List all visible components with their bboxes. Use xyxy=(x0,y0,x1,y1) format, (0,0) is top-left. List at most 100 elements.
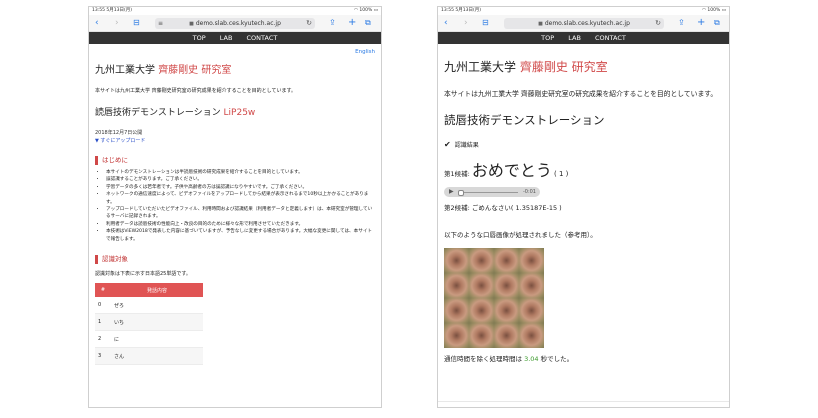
lip-image xyxy=(494,273,519,298)
nav-lab[interactable]: LAB xyxy=(568,34,581,42)
reload-icon[interactable]: ↻ xyxy=(655,18,661,29)
note-item: 誤認識することがあります。ご了承ください。 xyxy=(106,176,375,183)
url-text: demo.slab.ces.kyutech.ac.jp xyxy=(195,20,281,27)
row-word: さん xyxy=(111,347,203,366)
row-index: 3 xyxy=(95,347,111,366)
english-link[interactable]: English xyxy=(95,49,375,55)
bookmarks-icon[interactable]: ⊟ xyxy=(133,17,140,29)
lip-image xyxy=(469,298,494,323)
row-word: いち xyxy=(111,313,203,332)
browser-toolbar: ‹ › ⊟ ≡ ■ demo.slab.ces.kyutech.ac.jp ↻ ⇪… xyxy=(89,15,381,32)
processing-time-prefix: 通信時間を除く処理時間は xyxy=(444,355,522,363)
candidate-1-label: 第1候補: xyxy=(444,170,470,178)
nav-lab[interactable]: LAB xyxy=(220,34,233,42)
site-title: 九州工業大学 齊藤剛史 研究室 xyxy=(444,58,723,75)
table-row: 1 いち xyxy=(95,313,203,332)
audio-time: -0:01 xyxy=(522,189,536,195)
tabs-icon[interactable]: ⧉ xyxy=(714,17,720,29)
audio-scrubber[interactable] xyxy=(458,190,464,196)
reload-icon[interactable]: ↻ xyxy=(306,18,312,29)
lip-image xyxy=(444,273,469,298)
result-heading: ✔ 認識結果 xyxy=(444,140,723,149)
note-item: ネットワークの通信速度によって、ビデオファイルをアップロードしてから結果が表示さ… xyxy=(106,191,375,206)
status-date: 5月13日(月) xyxy=(455,8,482,13)
upload-jump-link[interactable]: ▼ すぐにアップロード xyxy=(95,137,375,144)
row-word: ぜろ xyxy=(111,297,203,315)
site-nav: TOP LAB CONTACT xyxy=(438,32,729,44)
status-date: 5月13日(月) xyxy=(106,8,133,13)
intro-text: 本サイトは九州工業大学 齊藤剛史研究室の研究成果を紹介することを目的としています… xyxy=(444,90,718,98)
row-index: 1 xyxy=(95,313,111,332)
intro-text: 本サイトは九州工業大学 齊藤剛史研究室の研究成果を紹介することを目的としています… xyxy=(95,88,296,94)
new-tab-icon[interactable]: + xyxy=(697,17,705,29)
table-row: 0 ぜろ xyxy=(95,297,203,315)
forward-icon[interactable]: › xyxy=(115,17,119,29)
lock-icon: ■ xyxy=(538,21,543,27)
reader-icon[interactable]: ≡ xyxy=(158,18,163,29)
battery-icon: ▭ xyxy=(373,8,378,13)
status-time: 13:55 xyxy=(92,8,105,13)
candidate-1: 第1候補: おめでとう ( 1 ) xyxy=(444,157,723,181)
table-header-index: # xyxy=(95,283,111,298)
candidate-2-label: 第2候補: xyxy=(444,204,470,212)
row-index: 0 xyxy=(95,297,111,315)
university-name: 九州工業大学 xyxy=(95,65,155,76)
demo-title: 読唇技術デモンストレーション LiP25w xyxy=(95,105,375,118)
back-icon[interactable]: ‹ xyxy=(95,17,99,29)
university-name: 九州工業大学 xyxy=(444,60,517,74)
page-content: English 九州工業大学 齊藤剛史 研究室 本サイトは九州工業大学 齊藤剛史… xyxy=(89,49,381,366)
url-text: demo.slab.ces.kyutech.ac.jp xyxy=(544,20,630,27)
lip-image xyxy=(519,273,544,298)
status-bar: 13:55 5月13日(月) ◠ 100% ▭ xyxy=(89,7,381,15)
candidate-1-word: おめでとう xyxy=(471,161,552,180)
table-header-word: 発話内容 xyxy=(111,283,203,298)
nav-top[interactable]: TOP xyxy=(193,34,206,42)
lock-icon: ■ xyxy=(189,21,194,27)
right-tablet-screen: 13:55 5月13日(月) ◠ 100% ▭ ‹ › ⊟ ■ demo.slab… xyxy=(437,6,730,408)
note-item: 本サイトのデモンストレーションは半読唇技術の研究成果を紹介することを目的としてい… xyxy=(106,169,375,176)
play-icon[interactable]: ▶ xyxy=(449,188,454,195)
note-item: 学習データの多くは若年者です。子供や高齢者の方は誤認識になりやすいです。ご了承く… xyxy=(106,184,375,191)
note-item: 本技術はViEW2018で発表した内容に基づいていますが、予告なしに変更する場合… xyxy=(106,228,375,243)
audio-progress-track[interactable] xyxy=(458,191,518,193)
bottom-bar xyxy=(438,401,729,407)
share-icon[interactable]: ⇪ xyxy=(678,17,685,29)
candidate-2: 第2候補: ごめんなさい( 1.35187E-15 ) xyxy=(444,202,723,212)
audio-player[interactable]: ▶ -0:01 xyxy=(444,187,540,197)
lip-image xyxy=(519,323,544,348)
address-bar[interactable]: ■ demo.slab.ces.kyutech.ac.jp ↻ xyxy=(504,18,664,29)
table-header-row: # 発話内容 xyxy=(95,283,203,298)
tabs-icon[interactable]: ⧉ xyxy=(365,17,371,29)
status-bar: 13:55 5月13日(月) ◠ 100% ▭ xyxy=(438,7,729,15)
lip-image xyxy=(469,273,494,298)
nav-contact[interactable]: CONTACT xyxy=(247,34,278,42)
nav-top[interactable]: TOP xyxy=(541,34,554,42)
demo-title: 読唇技術デモンストレーション xyxy=(444,113,605,127)
candidate-2-text: ごめんなさい( 1.35187E-15 ) xyxy=(471,204,562,212)
back-icon[interactable]: ‹ xyxy=(444,17,448,29)
section-intro-heading: はじめに xyxy=(95,156,375,165)
nav-contact[interactable]: CONTACT xyxy=(595,34,626,42)
lip-image xyxy=(519,298,544,323)
row-word: に xyxy=(111,330,203,349)
result-label: 認識結果 xyxy=(454,142,479,149)
lip-image-grid xyxy=(444,248,544,348)
lip-image xyxy=(494,248,519,273)
lip-image xyxy=(444,323,469,348)
share-icon[interactable]: ⇪ xyxy=(329,17,336,29)
lip-image xyxy=(494,323,519,348)
new-tab-icon[interactable]: + xyxy=(348,17,356,29)
demo-title-text: 読唇技術デモンストレーション xyxy=(95,108,221,118)
lab-name[interactable]: 齊藤剛史 研究室 xyxy=(158,65,231,76)
forward-icon[interactable]: › xyxy=(464,17,468,29)
word-table: # 発話内容 0 ぜろ 1 いち 2に 3 さん xyxy=(95,283,203,366)
address-bar[interactable]: ≡ ■ demo.slab.ces.kyutech.ac.jp ↻ xyxy=(155,18,315,29)
bookmarks-icon[interactable]: ⊟ xyxy=(482,17,489,29)
status-time: 13:55 xyxy=(441,8,454,13)
section-target-heading: 認識対象 xyxy=(95,255,375,265)
publish-date: 2018年12月7日公開 xyxy=(95,130,143,136)
site-title: 九州工業大学 齊藤剛史 研究室 xyxy=(95,61,375,76)
processing-time: 通信時間を除く処理時間は 3.04 秒でした。 xyxy=(444,353,723,363)
target-description: 認識対象は下表に示す日本語25単語です。 xyxy=(95,271,191,278)
lab-name[interactable]: 齊藤剛史 研究室 xyxy=(520,60,608,74)
